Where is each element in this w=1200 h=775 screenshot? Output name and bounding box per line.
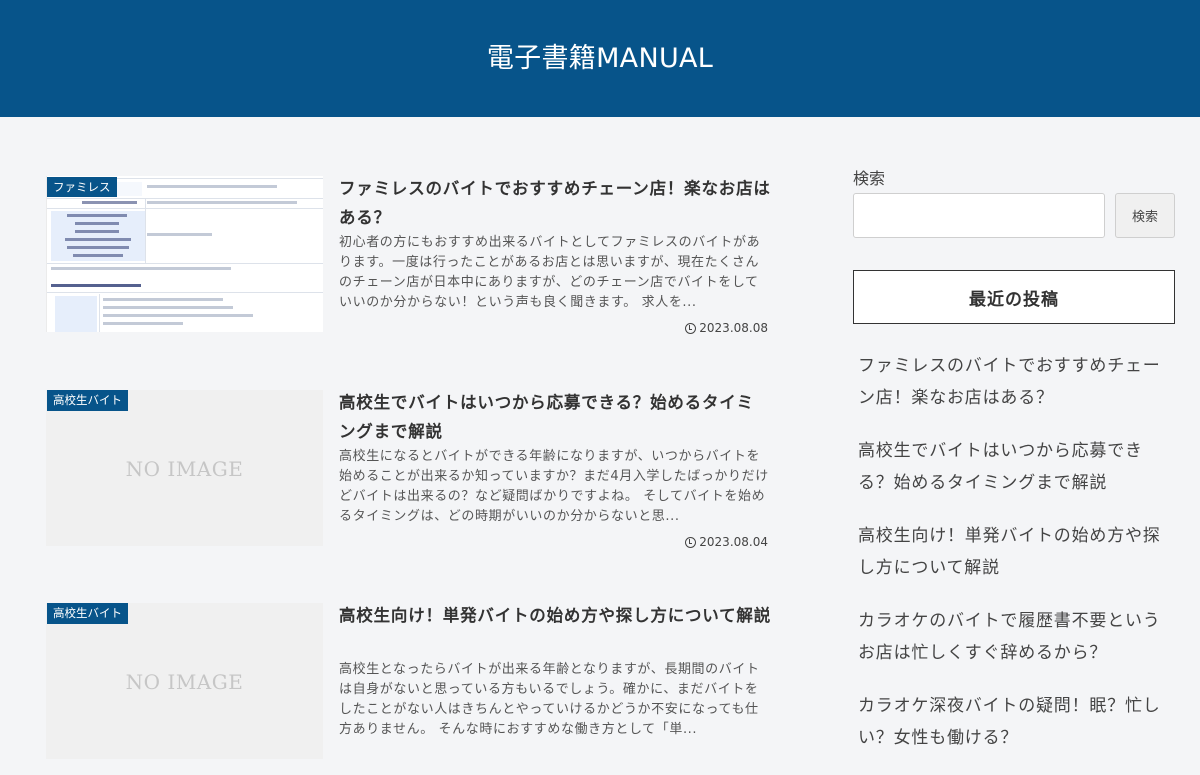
- clock-icon: [685, 536, 697, 548]
- site-header: 電子書籍MANUAL: [0, 0, 1200, 117]
- post-excerpt: 高校生となったらバイトが出来る年齢となりますが、長期間のバイトは自身がないと思っ…: [339, 662, 760, 737]
- post-date-text: 2023.08.04: [699, 535, 768, 549]
- post-date-text: 2023.08.08: [699, 321, 768, 335]
- post-date: 2023.08.08: [685, 321, 768, 335]
- site-title[interactable]: 電子書籍MANUAL: [487, 36, 713, 75]
- category-label[interactable]: 高校生バイト: [47, 603, 128, 624]
- clock-icon: [685, 322, 697, 334]
- post-card[interactable]: NO IMAGE 高校生バイト 高校生でバイトはいつから応募できる？始めるタイミ…: [46, 388, 771, 549]
- no-image-placeholder: NO IMAGE: [125, 457, 244, 481]
- post-title[interactable]: 高校生でバイトはいつから応募できる？始めるタイミングまで解説: [339, 388, 771, 446]
- recent-post-link[interactable]: カラオケのバイトで履歴書不要というお店は忙しくすぐ辞めるから？: [858, 605, 1172, 669]
- post-card[interactable]: ファミレス ファミレスのバイトでおすすめチェーン店！楽なお店はある？ 初心者の方…: [46, 174, 771, 335]
- category-label[interactable]: ファミレス: [47, 177, 117, 197]
- post-thumbnail[interactable]: ファミレス: [46, 176, 323, 332]
- search-input[interactable]: [853, 193, 1105, 238]
- category-label[interactable]: 高校生バイト: [47, 390, 128, 411]
- recent-posts-heading: 最近の投稿: [853, 270, 1175, 324]
- post-excerpt: 高校生になるとバイトができる年齢になりますが、いつからバイトを始めることが出来る…: [339, 449, 769, 524]
- post-thumbnail[interactable]: NO IMAGE 高校生バイト: [46, 603, 323, 759]
- recent-post-link[interactable]: 高校生でバイトはいつから応募できる？始めるタイミングまで解説: [858, 435, 1172, 499]
- no-image-placeholder: NO IMAGE: [125, 670, 244, 694]
- thumbnail-document-image: [47, 176, 323, 332]
- post-title[interactable]: ファミレスのバイトでおすすめチェーン店！楽なお店はある？: [339, 174, 771, 232]
- post-date: 2023.08.04: [685, 535, 768, 549]
- recent-post-link[interactable]: 高校生向け！単発バイトの始め方や探し方について解説: [858, 520, 1172, 584]
- post-title[interactable]: 高校生向け！単発バイトの始め方や探し方について解説: [339, 601, 771, 630]
- recent-post-link[interactable]: ファミレスのバイトでおすすめチェーン店！楽なお店はある？: [858, 350, 1172, 414]
- recent-post-link[interactable]: カラオケ深夜バイトの疑問！眠？忙しい？女性も働ける？: [858, 690, 1172, 754]
- post-card[interactable]: NO IMAGE 高校生バイト 高校生向け！単発バイトの始め方や探し方について解…: [46, 603, 770, 761]
- post-excerpt: 初心者の方にもおすすめ出来るバイトとしてファミレスのバイトがあります。一度は行っ…: [339, 235, 761, 310]
- post-thumbnail[interactable]: NO IMAGE 高校生バイト: [46, 390, 323, 546]
- search-button[interactable]: 検索: [1115, 193, 1175, 238]
- search-label: 検索: [853, 169, 886, 188]
- recent-posts-list: ファミレスのバイトでおすすめチェーン店！楽なお店はある？ 高校生でバイトはいつか…: [858, 350, 1172, 775]
